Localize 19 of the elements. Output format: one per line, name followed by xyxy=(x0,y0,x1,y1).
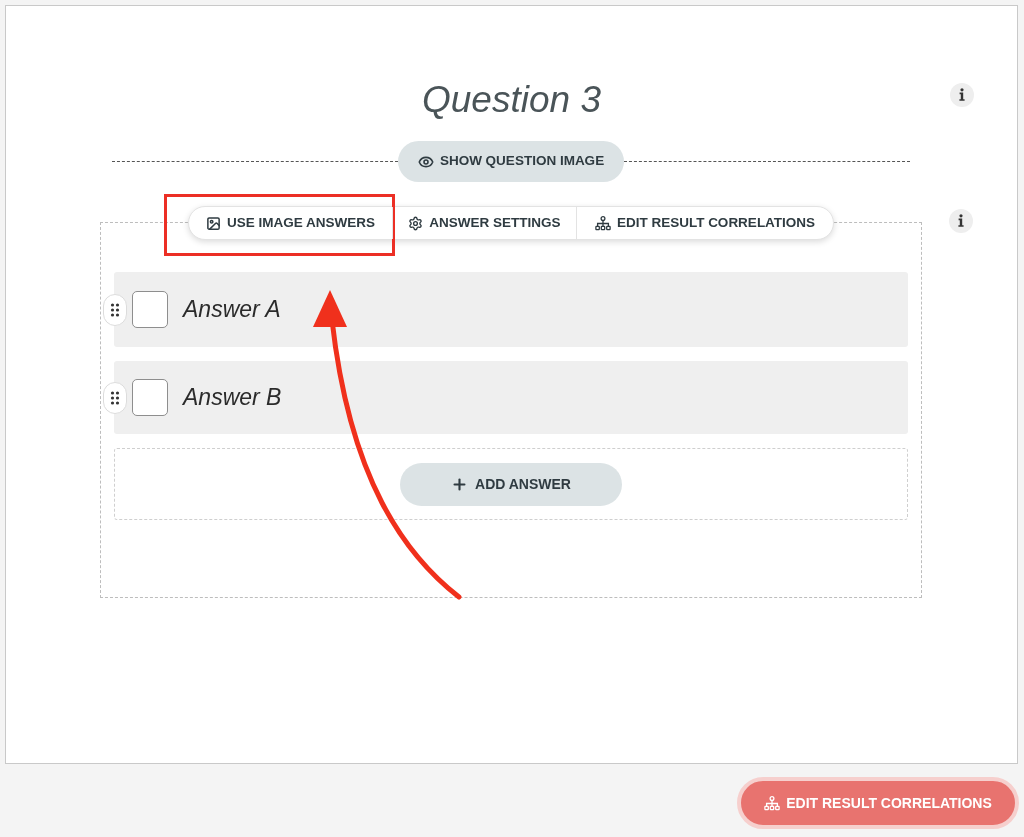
toolbar-button[interactable]: EDIT RESULT CORRELATIONS xyxy=(577,207,833,239)
drag-handle-icon[interactable] xyxy=(103,293,127,326)
settings-icon xyxy=(408,215,424,231)
question-title[interactable]: Question 3 xyxy=(422,78,601,122)
answer-checkbox[interactable] xyxy=(132,291,168,328)
toolbar-button[interactable]: USE IMAGE ANSWERS xyxy=(189,207,392,239)
plus-icon xyxy=(451,475,469,493)
toolbar-button[interactable]: ANSWER SETTINGS xyxy=(393,207,576,239)
info-icon[interactable] xyxy=(949,209,973,233)
add-answer-button[interactable]: ADD ANSWER xyxy=(400,462,622,506)
hierarchy-icon xyxy=(594,215,611,231)
answer-checkbox[interactable] xyxy=(132,379,168,416)
answer-text[interactable]: Answer B xyxy=(183,380,282,415)
hierarchy-icon xyxy=(764,795,781,811)
info-icon[interactable] xyxy=(950,83,974,107)
image-icon xyxy=(206,215,221,231)
drag-handle-icon[interactable] xyxy=(103,381,127,414)
answer-text[interactable]: Answer A xyxy=(183,292,281,327)
show-question-image-button[interactable]: SHOW QUESTION IMAGE xyxy=(397,141,625,182)
